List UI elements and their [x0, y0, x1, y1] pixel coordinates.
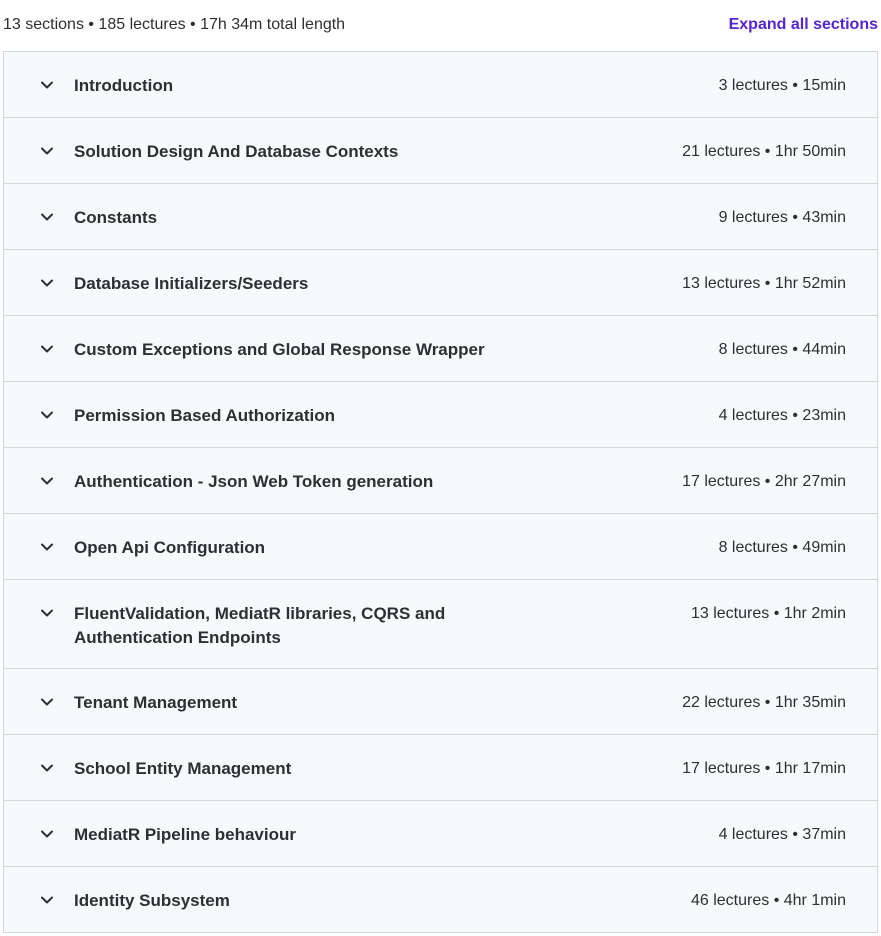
section-meta: 3 lectures • 15min	[718, 77, 846, 94]
section-row[interactable]: Constants 9 lectures • 43min	[4, 184, 877, 250]
section-meta: 17 lectures • 1hr 17min	[682, 760, 846, 777]
section-title: MediatR Pipeline behaviour	[74, 825, 296, 844]
chevron-down-icon	[39, 209, 55, 225]
section-row[interactable]: Authentication - Json Web Token generati…	[4, 448, 877, 514]
chevron-down-icon	[39, 539, 55, 555]
chevron-down-icon	[39, 892, 55, 908]
chevron-down-icon	[39, 143, 55, 159]
section-row[interactable]: Introduction 3 lectures • 15min	[4, 52, 877, 118]
section-row[interactable]: Identity Subsystem 46 lectures • 4hr 1mi…	[4, 867, 877, 932]
chevron-down-icon	[39, 77, 55, 93]
chevron-down-icon	[39, 473, 55, 489]
section-row[interactable]: Open Api Configuration 8 lectures • 49mi…	[4, 514, 877, 580]
section-meta: 9 lectures • 43min	[718, 209, 846, 226]
chevron-down-icon	[39, 407, 55, 423]
section-title: Permission Based Authorization	[74, 406, 336, 425]
section-title: Authentication - Json Web Token generati…	[74, 472, 434, 491]
expand-all-sections-button[interactable]: Expand all sections	[729, 16, 878, 34]
section-title: Introduction	[74, 76, 174, 95]
section-meta: 4 lectures • 37min	[718, 826, 846, 843]
section-meta: 46 lectures • 4hr 1min	[690, 892, 846, 909]
section-title: Open Api Configuration	[74, 538, 266, 557]
section-row[interactable]: Solution Design And Database Contexts 21…	[4, 118, 877, 184]
section-title: Database Initializers/Seeders	[74, 274, 309, 293]
curriculum-header: 13 sections • 185 lectures • 17h 34m tot…	[0, 0, 881, 52]
section-row[interactable]: FluentValidation, MediatR libraries, CQR…	[4, 580, 877, 669]
section-title: Tenant Management	[74, 693, 238, 712]
section-row[interactable]: Custom Exceptions and Global Response Wr…	[4, 316, 877, 382]
section-row[interactable]: School Entity Management 17 lectures • 1…	[4, 735, 877, 801]
curriculum-summary: 13 sections • 185 lectures • 17h 34m tot…	[3, 16, 346, 33]
section-title: Custom Exceptions and Global Response Wr…	[74, 340, 485, 359]
section-meta: 13 lectures • 1hr 52min	[682, 275, 846, 292]
section-title: FluentValidation, MediatR libraries, CQR…	[74, 604, 446, 647]
section-meta: 4 lectures • 23min	[718, 407, 846, 424]
chevron-down-icon	[39, 341, 55, 357]
chevron-down-icon	[39, 275, 55, 291]
section-meta: 22 lectures • 1hr 35min	[682, 694, 846, 711]
chevron-down-icon	[39, 760, 55, 776]
section-row[interactable]: Tenant Management 22 lectures • 1hr 35mi…	[4, 669, 877, 735]
section-meta: 17 lectures • 2hr 27min	[682, 473, 846, 490]
section-title: Constants	[74, 208, 158, 227]
chevron-down-icon	[39, 605, 55, 621]
section-title: Identity Subsystem	[74, 891, 230, 910]
section-row[interactable]: MediatR Pipeline behaviour 4 lectures • …	[4, 801, 877, 867]
section-meta: 8 lectures • 49min	[718, 539, 846, 556]
section-meta: 21 lectures • 1hr 50min	[682, 143, 846, 160]
section-title: School Entity Management	[74, 759, 292, 778]
chevron-down-icon	[39, 694, 55, 710]
section-meta: 8 lectures • 44min	[718, 341, 846, 358]
section-row[interactable]: Permission Based Authorization 4 lecture…	[4, 382, 877, 448]
chevron-down-icon	[39, 826, 55, 842]
section-list: Introduction 3 lectures • 15min Solution…	[3, 51, 878, 933]
section-row[interactable]: Database Initializers/Seeders 13 lecture…	[4, 250, 877, 316]
section-meta: 13 lectures • 1hr 2min	[690, 605, 846, 622]
section-title: Solution Design And Database Contexts	[74, 142, 399, 161]
